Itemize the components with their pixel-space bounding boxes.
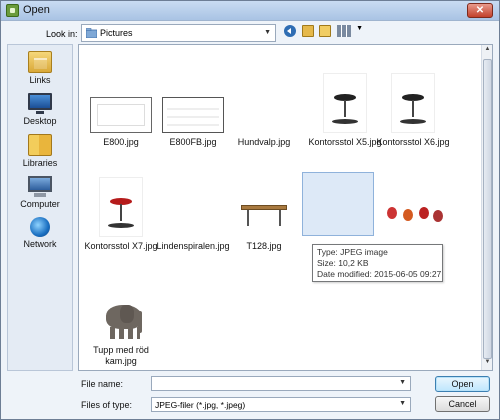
thumbnail (99, 177, 143, 237)
place-label: Computer (20, 199, 60, 209)
thumbnail (233, 193, 295, 237)
computer-icon (28, 176, 52, 197)
thumbnail (379, 195, 443, 235)
desktop-icon (28, 93, 52, 114)
file-name-line: kam.jpg (105, 356, 137, 366)
open-button[interactable]: Open (435, 376, 490, 392)
thumbnail (90, 291, 152, 341)
place-label: Network (23, 239, 57, 249)
file-item-selected[interactable] (300, 172, 376, 236)
up-one-level-icon[interactable] (301, 25, 314, 37)
tooltip-type: Type: JPEG image (317, 247, 388, 257)
tooltip-modified: Date modified: 2015-06-05 09:27 (317, 269, 442, 279)
place-libraries[interactable]: Libraries (8, 134, 72, 168)
place-desktop[interactable]: Desktop (8, 93, 72, 126)
scroll-up-icon[interactable]: ▲ (483, 46, 492, 56)
title-bar: Open ✕ (1, 1, 499, 21)
place-links[interactable]: Links (8, 51, 72, 85)
place-network[interactable]: Network (8, 217, 72, 249)
file-name-field[interactable]: ▼ (151, 376, 411, 391)
places-bar: Links Desktop Libraries Computer Network (7, 44, 73, 371)
thumbnail (391, 73, 435, 133)
window-title: Open (23, 4, 50, 16)
file-name-label: File name: (81, 379, 124, 389)
file-item[interactable]: T128.jpg (222, 193, 306, 252)
recent-places-icon (28, 51, 52, 73)
cancel-button[interactable]: Cancel (435, 396, 490, 412)
nav-toolbar: ▼ (284, 25, 365, 41)
thumbnail (163, 177, 223, 237)
thumbnail (90, 97, 152, 133)
files-of-type-label: Files of type: (81, 400, 133, 410)
files-of-type-select[interactable]: JPEG-filer (*.jpg, *.jpeg) ▼ (151, 397, 411, 412)
chevron-down-icon: ▼ (264, 29, 271, 36)
libraries-icon (28, 134, 52, 156)
views-menu-icon[interactable] (336, 25, 351, 37)
thumbnail (162, 97, 224, 133)
place-label: Links (29, 75, 51, 85)
vertical-scrollbar[interactable]: ▲ ▼ (481, 45, 492, 370)
look-in-value: Pictures (100, 28, 133, 38)
file-name: T128.jpg (246, 241, 282, 251)
place-label: Desktop (23, 116, 57, 126)
network-icon (30, 217, 50, 237)
place-computer[interactable]: Computer (8, 176, 72, 209)
place-label: Libraries (22, 158, 58, 168)
back-icon[interactable] (284, 25, 296, 37)
file-tooltip: Type: JPEG image Size: 10,2 KB Date modi… (312, 244, 443, 282)
files-of-type-value: JPEG-filer (*.jpg, *.jpeg) (155, 400, 246, 410)
file-name-line: Tupp med röd (93, 345, 149, 355)
file-item[interactable]: Hundvalp.jpg (222, 97, 306, 148)
scroll-down-icon[interactable]: ▼ (483, 359, 492, 369)
thumbnail (233, 97, 295, 133)
look-in-select[interactable]: Pictures ▼ (81, 24, 276, 42)
file-name: Tupp med röd kam.jpg (79, 345, 163, 367)
file-item[interactable]: Tupp med röd kam.jpg (79, 291, 163, 367)
chevron-down-icon[interactable]: ▼ (399, 379, 406, 386)
new-folder-icon[interactable] (319, 25, 332, 37)
chevron-down-icon[interactable]: ▼ (356, 25, 363, 37)
pictures-folder-icon (86, 28, 97, 38)
look-in-label: Look in: (46, 29, 78, 39)
file-name: Kontorsstol X6.jpg (376, 137, 450, 147)
thumbnail (302, 172, 374, 236)
close-button[interactable]: ✕ (467, 3, 493, 18)
thumbnail (323, 73, 367, 133)
file-item[interactable] (377, 195, 445, 235)
chevron-down-icon: ▼ (399, 400, 406, 407)
tooltip-size: Size: 10,2 KB (317, 258, 369, 268)
app-icon (6, 4, 19, 17)
file-item[interactable]: Kontorsstol X6.jpg (371, 73, 455, 148)
file-list[interactable]: E800.jpg E800FB.jpg Hundvalp.jpg Kontors… (78, 44, 493, 371)
open-dialog: Open ✕ Look in: Pictures ▼ ▼ Links Deskt… (0, 0, 500, 420)
scrollbar-thumb[interactable] (483, 59, 492, 359)
file-name: Hundvalp.jpg (237, 137, 291, 147)
